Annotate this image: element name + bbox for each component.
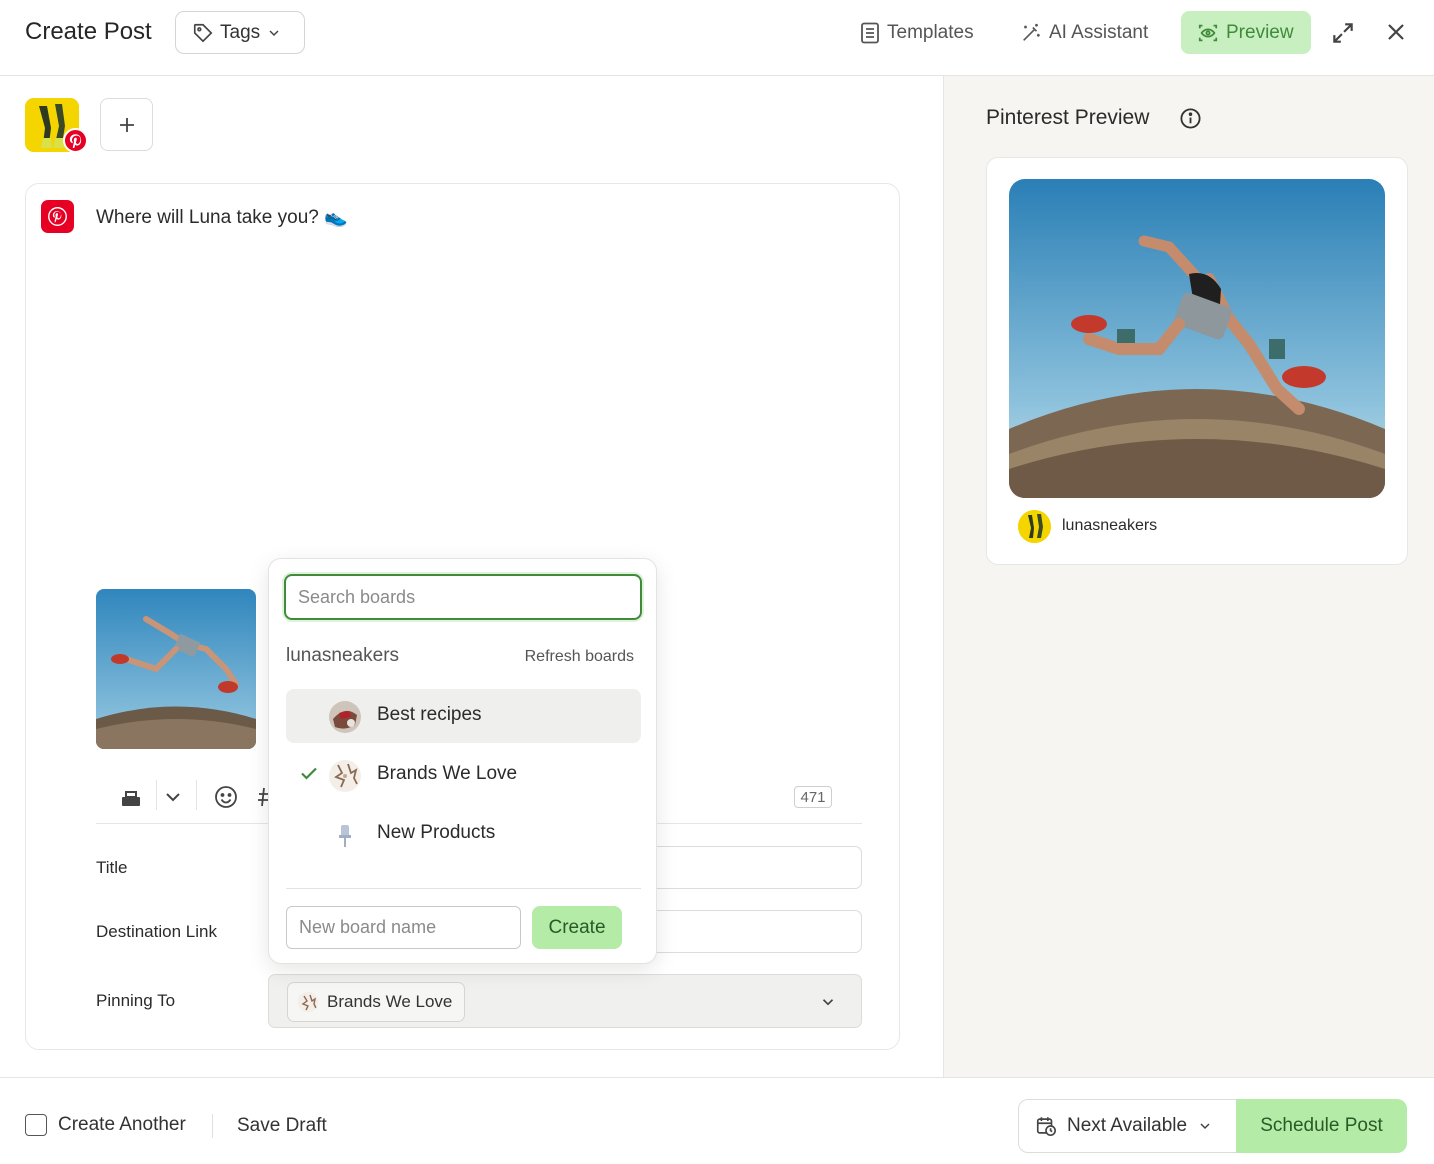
tag-icon — [193, 23, 213, 42]
post-text-content[interactable]: Where will Luna take you? 👟 — [96, 205, 348, 229]
title-label: Title — [96, 858, 128, 877]
board-thumbnail — [329, 760, 361, 792]
preview-label: Preview — [1226, 21, 1294, 43]
ai-assistant-label: AI Assistant — [1049, 21, 1149, 43]
post-media-thumbnail[interactable] — [96, 589, 256, 749]
create-board-button[interactable]: Create — [532, 906, 622, 949]
pushpin-icon — [339, 825, 351, 847]
chevron-down-icon[interactable] — [160, 784, 186, 810]
preview-button[interactable]: Preview — [1181, 11, 1311, 54]
account-avatar[interactable] — [25, 98, 88, 154]
toolbar-divider — [156, 780, 157, 810]
media-library-icon[interactable] — [118, 784, 144, 810]
board-option-label: Best recipes — [377, 704, 482, 725]
plus-icon — [119, 117, 134, 132]
selected-board-chip: Brands We Love — [287, 982, 466, 1022]
next-available-label: Next Available — [1067, 1115, 1188, 1136]
board-option-label: New Products — [377, 822, 496, 843]
pinning-to-select[interactable]: Brands We Love — [268, 974, 862, 1028]
refresh-boards-link[interactable]: Refresh boards — [525, 648, 634, 666]
close-icon[interactable] — [1384, 20, 1408, 44]
checkmark-icon — [301, 767, 317, 780]
emoji-icon[interactable] — [213, 784, 239, 810]
board-thumbnail — [298, 992, 318, 1012]
board-option-best-recipes[interactable]: Best recipes — [286, 689, 641, 743]
add-account-button[interactable] — [100, 98, 153, 151]
character-count: 471 — [794, 786, 832, 808]
board-picker-dropdown: lunasneakers Refresh boards Best recipes… — [268, 558, 657, 964]
pinterest-icon — [41, 200, 74, 233]
board-option-label: Brands We Love — [377, 763, 518, 784]
chevron-down-icon — [269, 29, 279, 36]
destination-link-label: Destination Link — [96, 922, 217, 941]
chevron-down-icon — [822, 999, 834, 1006]
search-boards-input[interactable] — [284, 574, 642, 620]
info-icon[interactable] — [1179, 107, 1202, 130]
document-icon — [861, 22, 879, 43]
expand-icon[interactable] — [1330, 20, 1356, 46]
page-title: Create Post — [25, 18, 152, 45]
templates-button[interactable]: Templates — [860, 11, 974, 54]
new-board-name-input[interactable] — [286, 906, 521, 949]
preview-user-avatar — [1018, 510, 1051, 543]
tags-label: Tags — [220, 21, 261, 43]
tags-dropdown-button[interactable]: Tags — [175, 11, 305, 54]
pin-preview-image — [1009, 179, 1385, 498]
templates-label: Templates — [887, 21, 974, 43]
pinterest-badge-icon — [63, 128, 88, 153]
selected-board-label: Brands We Love — [327, 992, 453, 1011]
calendar-clock-icon — [1036, 1117, 1056, 1136]
chevron-down-icon — [1200, 1123, 1210, 1130]
create-another-label[interactable]: Create Another — [58, 1114, 186, 1136]
board-option-brands-we-love[interactable]: Brands We Love — [286, 748, 641, 802]
board-account-name: lunasneakers — [286, 645, 400, 666]
preview-title: Pinterest Preview — [986, 106, 1150, 129]
toolbar-divider — [196, 780, 197, 810]
schedule-time-dropdown[interactable]: Next Available — [1018, 1099, 1240, 1153]
magic-wand-icon — [1023, 23, 1040, 41]
schedule-post-button[interactable]: Schedule Post — [1236, 1099, 1407, 1153]
dropdown-divider — [286, 888, 641, 889]
create-another-checkbox[interactable] — [25, 1114, 47, 1136]
board-thumbnail — [329, 701, 361, 733]
header-bar: Create Post Tags Templates AI Assistant … — [0, 0, 1434, 76]
ai-assistant-button[interactable]: AI Assistant — [1020, 11, 1148, 54]
footer-divider — [212, 1114, 213, 1138]
preview-username: lunasneakers — [1062, 517, 1158, 534]
eye-scan-icon — [1198, 24, 1218, 41]
board-option-new-products[interactable]: New Products — [286, 807, 641, 861]
pinning-to-label: Pinning To — [96, 991, 176, 1010]
save-draft-button[interactable]: Save Draft — [237, 1115, 327, 1137]
